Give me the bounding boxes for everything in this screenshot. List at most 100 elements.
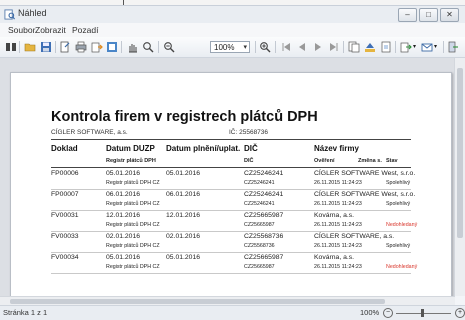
preview-window: Náhled – □ ✕ Soubor Zobrazit Pozadí 100%… bbox=[0, 5, 465, 320]
column-header-nazev: Název firmy bbox=[314, 144, 359, 153]
row-cell-stav: Spolehlivý bbox=[386, 180, 411, 186]
row-cell-dic: CZ25246241 bbox=[244, 191, 284, 198]
chevron-down-icon[interactable]: ▾ bbox=[413, 41, 419, 53]
subheader-dic: DIČ bbox=[244, 158, 254, 164]
row-cell-nazev: Kovárna, a.s. bbox=[314, 212, 355, 219]
company-name: CÍGLER SOFTWARE, a.s. bbox=[51, 129, 128, 136]
zoom-out-button[interactable]: − bbox=[383, 308, 393, 318]
multipage-icon[interactable] bbox=[348, 41, 360, 53]
page-setup-icon[interactable] bbox=[59, 41, 71, 53]
first-page-icon[interactable] bbox=[280, 41, 292, 53]
row-cell-registr: Registr plátců DPH CZ bbox=[106, 180, 160, 186]
hand-tool-icon[interactable] bbox=[126, 41, 138, 53]
row-cell-duzp: 06.01.2016 bbox=[106, 191, 141, 198]
company-ic: IČ: 25568736 bbox=[229, 129, 269, 136]
watermark-icon[interactable] bbox=[380, 41, 392, 53]
minimize-button[interactable]: – bbox=[398, 8, 417, 22]
toolbar: 100% ▾ ▾ ▾ bbox=[0, 37, 465, 58]
row-cell-overeni: 26.11.2015 11:24:23 bbox=[314, 180, 362, 186]
vertical-scrollbar[interactable] bbox=[454, 58, 465, 296]
row-cell-plneni: 12.01.2016 bbox=[166, 212, 201, 219]
close-button[interactable]: ✕ bbox=[440, 8, 459, 22]
zoom-value: 100% bbox=[214, 42, 235, 52]
row-divider bbox=[51, 210, 411, 211]
row-divider bbox=[51, 231, 411, 232]
column-header-datum-duzp: Datum DUZP bbox=[106, 144, 155, 153]
row-cell-doklad: FV00034 bbox=[51, 254, 79, 261]
row-cell-overeni: 26.11.2015 11:24:23 bbox=[314, 264, 362, 270]
row-cell-duzp: 05.01.2016 bbox=[106, 254, 141, 261]
row-cell-overeni: 26.11.2015 11:24:23 bbox=[314, 243, 362, 249]
row-cell-dic2: CZ25665987 bbox=[244, 264, 275, 270]
row-cell-nazev: CÍGLER SOFTWARE West, s.r.o. bbox=[314, 191, 416, 198]
header-rule bbox=[51, 139, 411, 140]
row-cell-overeni: 26.11.2015 11:24:23 bbox=[314, 222, 362, 228]
row-cell-dic: CZ25665987 bbox=[244, 212, 284, 219]
zoom-combobox[interactable]: 100% ▾ bbox=[210, 41, 250, 53]
subheader-overeni: Ověření bbox=[314, 158, 335, 164]
horizontal-scroll-thumb[interactable] bbox=[10, 299, 385, 304]
export-icon[interactable] bbox=[106, 41, 118, 53]
background-color-icon[interactable] bbox=[364, 41, 376, 53]
menu-zobrazit[interactable]: Zobrazit bbox=[35, 25, 66, 35]
row-cell-dic: CZ25568736 bbox=[244, 233, 284, 240]
subheader-stav: Stav bbox=[386, 158, 398, 164]
row-cell-dic: CZ25246241 bbox=[244, 170, 284, 177]
window-title: Náhled bbox=[18, 8, 47, 18]
send-email-icon[interactable] bbox=[421, 41, 433, 53]
magnifier-icon[interactable] bbox=[142, 41, 154, 53]
row-cell-plneni: 05.01.2016 bbox=[166, 170, 201, 177]
zoom-in-button[interactable]: + bbox=[455, 308, 465, 318]
document-preview-area[interactable]: Kontrola firem v registrech plátců DPH C… bbox=[0, 58, 465, 298]
row-cell-dic2: CZ25246241 bbox=[244, 180, 275, 186]
menu-bar: Soubor Zobrazit Pozadí bbox=[0, 23, 465, 37]
chevron-down-icon[interactable]: ▾ bbox=[434, 41, 440, 53]
subheader-rule bbox=[51, 167, 411, 168]
open-folder-icon[interactable] bbox=[24, 41, 36, 53]
print-icon[interactable] bbox=[75, 41, 87, 53]
subheader-registr: Registr plátců DPH bbox=[106, 158, 156, 164]
vertical-scroll-thumb[interactable] bbox=[457, 68, 463, 238]
report-page: Kontrola firem v registrech plátců DPH C… bbox=[10, 72, 452, 298]
row-cell-duzp: 02.01.2016 bbox=[106, 233, 141, 240]
menu-pozadi[interactable]: Pozadí bbox=[72, 25, 98, 35]
maximize-button[interactable]: □ bbox=[419, 8, 438, 22]
row-divider bbox=[51, 189, 411, 190]
row-cell-dic2: CZ25665987 bbox=[244, 222, 275, 228]
row-cell-duzp: 05.01.2016 bbox=[106, 170, 141, 177]
preview-app-icon bbox=[4, 9, 15, 20]
row-cell-registr: Registr plátců DPH CZ bbox=[106, 222, 160, 228]
find-icon[interactable] bbox=[5, 41, 17, 53]
row-cell-doklad: FP00006 bbox=[51, 170, 79, 177]
row-divider bbox=[51, 252, 411, 253]
next-page-icon[interactable] bbox=[312, 41, 324, 53]
column-header-doklad: Doklad bbox=[51, 144, 78, 153]
row-cell-dic2: CZ25568736 bbox=[244, 243, 275, 249]
row-cell-registr: Registr plátců DPH CZ bbox=[106, 264, 160, 270]
row-cell-stav: Spolehlivý bbox=[386, 201, 411, 207]
row-cell-plneni: 02.01.2016 bbox=[166, 233, 201, 240]
row-cell-stav: Nedohledaný bbox=[386, 264, 418, 270]
previous-page-icon[interactable] bbox=[296, 41, 308, 53]
row-cell-stav: Nedohledaný bbox=[386, 222, 418, 228]
row-cell-registr: Registr plátců DPH CZ bbox=[106, 243, 160, 249]
chevron-down-icon: ▾ bbox=[243, 44, 247, 51]
exit-icon[interactable] bbox=[447, 41, 459, 53]
row-cell-plneni: 05.01.2016 bbox=[166, 254, 201, 261]
row-cell-overeni: 26.11.2015 11:24:23 bbox=[314, 201, 362, 207]
menu-soubor[interactable]: Soubor bbox=[8, 25, 35, 35]
last-page-icon[interactable] bbox=[328, 41, 340, 53]
zoom-out-icon[interactable] bbox=[163, 41, 175, 53]
subheader-zmena: Změna s. bbox=[358, 158, 382, 164]
quick-print-icon[interactable] bbox=[91, 41, 103, 53]
row-divider bbox=[51, 273, 411, 274]
row-cell-dic2: CZ25246241 bbox=[244, 201, 275, 207]
export-document-icon[interactable] bbox=[400, 41, 412, 53]
zoom-in-icon[interactable] bbox=[259, 41, 271, 53]
row-cell-doklad: FV00033 bbox=[51, 233, 79, 240]
report-title: Kontrola firem v registrech plátců DPH bbox=[51, 109, 318, 125]
zoom-slider-thumb[interactable] bbox=[421, 309, 424, 317]
row-cell-nazev: CÍGLER SOFTWARE, a.s. bbox=[314, 233, 395, 240]
save-icon[interactable] bbox=[40, 41, 52, 53]
column-header-datum-plneni: Datum plnění/uplat. bbox=[166, 144, 241, 153]
